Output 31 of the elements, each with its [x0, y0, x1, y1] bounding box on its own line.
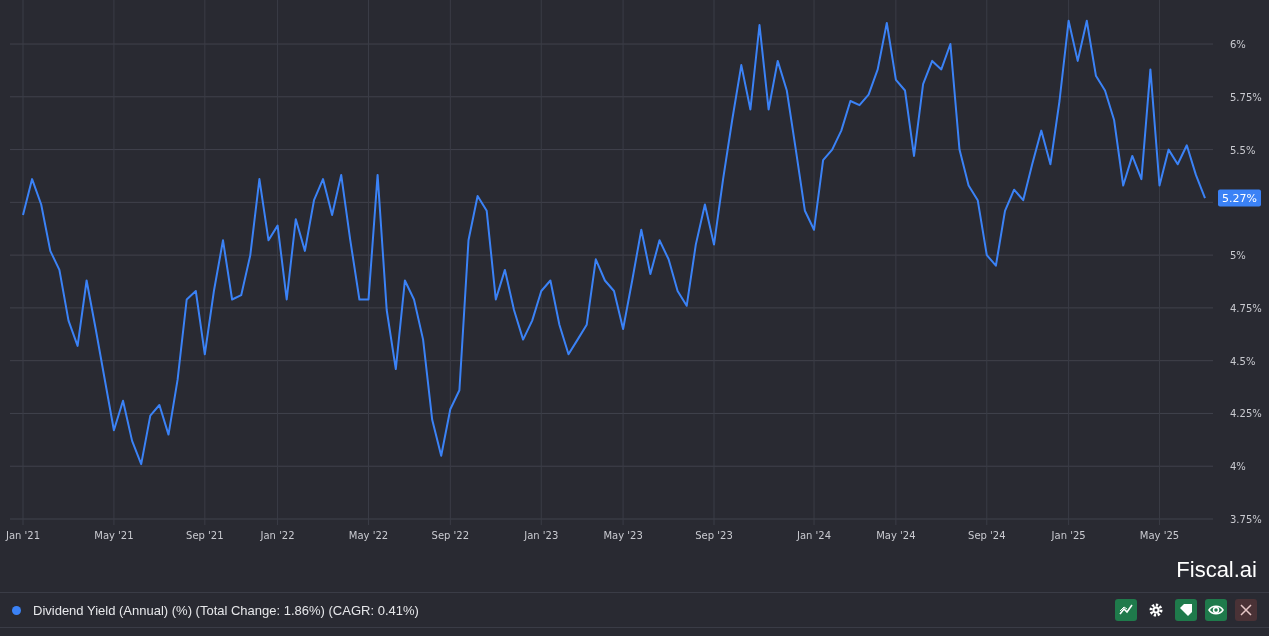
x-axis-label: May '21	[94, 530, 134, 541]
y-axis-label: 4.5%	[1230, 355, 1256, 367]
x-axis-label: May '25	[1139, 530, 1180, 541]
y-axis-label: 5%	[1230, 250, 1246, 262]
x-axis-label: Sep '24	[968, 530, 1006, 541]
y-axis-label: 5.75%	[1230, 91, 1262, 103]
chart-toggle-button[interactable]	[1115, 599, 1137, 621]
x-axis-label: Sep '22	[431, 530, 470, 541]
tag-button[interactable]	[1175, 599, 1197, 621]
x-axis-label: Jan '24	[797, 530, 832, 541]
last-value-badge: 5.27%	[1218, 189, 1261, 207]
x-axis-label: Jan '23	[524, 530, 559, 541]
x-axis-label: Sep '23	[695, 530, 733, 541]
y-axis-label: 3.75%	[1230, 514, 1262, 525]
x-axis-label: Jan '22	[260, 530, 295, 541]
y-axis-label: 4%	[1230, 461, 1246, 473]
close-button[interactable]	[1235, 599, 1257, 621]
brand-logo-text: Fiscal.ai	[1176, 557, 1257, 583]
x-axis-label: Jan '21	[5, 530, 41, 541]
x-axis-label: May '23	[603, 530, 643, 541]
y-axis-label: 6%	[1230, 39, 1246, 50]
y-axis-label: 4.75%	[1230, 302, 1262, 314]
y-axis-label: 4.25%	[1230, 408, 1262, 420]
x-axis-label: May '24	[876, 530, 916, 541]
settings-icon	[1147, 601, 1165, 619]
x-axis-label: Jan '25	[1051, 530, 1086, 541]
x-axis-label: Sep '21	[186, 530, 224, 541]
visibility-button[interactable]	[1205, 599, 1227, 621]
x-axis-label: May '22	[348, 530, 389, 541]
y-axis-label: 5.5%	[1230, 144, 1256, 156]
legend-label: Dividend Yield (Annual) (%) (Total Change: 1.86%) (CAGR: 0.41%)	[33, 602, 419, 618]
